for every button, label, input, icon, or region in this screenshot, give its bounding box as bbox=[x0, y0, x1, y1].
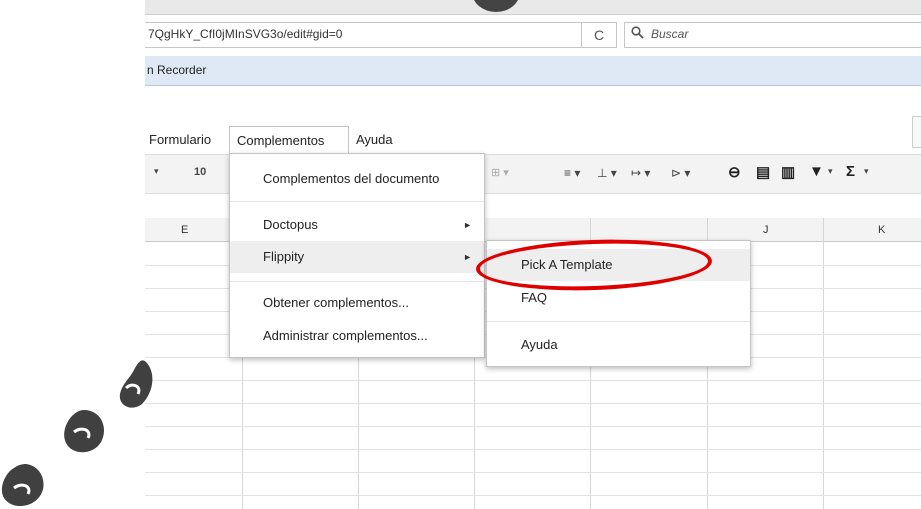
functions-icon[interactable]: Σ bbox=[846, 163, 855, 180]
filter-caret-icon[interactable]: ▾ bbox=[828, 166, 833, 177]
menu-item-complementos-documento[interactable]: Complementos del documento bbox=[230, 163, 484, 195]
menu-item-label: Administrar complementos... bbox=[263, 328, 428, 343]
valign-icon[interactable]: ⊥ ▾ bbox=[597, 166, 617, 180]
submenu-arrow-icon: ► bbox=[463, 220, 472, 230]
address-bar[interactable]: 7QgHkY_CfI0jMInSVG3o/edit#gid=0 C bbox=[145, 22, 617, 48]
menu-item-ayuda[interactable]: Ayuda bbox=[487, 329, 750, 361]
row-divider bbox=[145, 426, 921, 427]
menu-item-label: Doctopus bbox=[263, 217, 318, 232]
footprint-icon bbox=[1, 464, 44, 507]
url-text: 7QgHkY_CfI0jMInSVG3o/edit#gid=0 bbox=[148, 27, 343, 41]
menu-formulario[interactable]: Formulario bbox=[142, 126, 218, 154]
column-divider bbox=[823, 218, 824, 509]
footprint-icon bbox=[119, 360, 153, 408]
footprint-icon bbox=[64, 410, 104, 453]
row-divider bbox=[145, 449, 921, 450]
align-icon[interactable]: ≡ ▾ bbox=[564, 166, 580, 180]
wrap-icon[interactable]: ↦ ▾ bbox=[631, 166, 650, 180]
browser-search-input[interactable]: Buscar bbox=[624, 22, 921, 48]
menu-item-label: Obtener complementos... bbox=[263, 295, 409, 310]
rotate-icon[interactable]: ⊳ ▾ bbox=[671, 166, 690, 180]
menu-ayuda[interactable]: Ayuda bbox=[349, 126, 400, 154]
row-divider bbox=[145, 403, 921, 404]
merge-cells-icon[interactable]: ⊞ ▾ bbox=[491, 166, 509, 179]
menu-item-obtener-complementos[interactable]: Obtener complementos... bbox=[230, 287, 484, 319]
column-header-k[interactable]: K bbox=[878, 224, 885, 236]
link-icon[interactable]: ⊖ bbox=[728, 163, 741, 181]
bookmarks-bar: n Recorder bbox=[145, 56, 921, 86]
font-size-select[interactable]: 10 bbox=[194, 166, 206, 178]
menu-item-label: FAQ bbox=[521, 290, 548, 305]
browser-tab-strip bbox=[145, 0, 921, 15]
row-divider bbox=[145, 472, 921, 473]
comment-icon[interactable]: ▤ bbox=[756, 163, 770, 181]
bookmark-link[interactable]: n Recorder bbox=[147, 63, 206, 77]
row-divider bbox=[145, 495, 921, 496]
menu-separator bbox=[230, 281, 484, 282]
menu-item-label: Complementos del documento bbox=[263, 171, 440, 186]
menu-item-label: Ayuda bbox=[521, 337, 558, 352]
column-header-j[interactable]: J bbox=[763, 224, 769, 236]
row-divider bbox=[145, 380, 921, 381]
menu-separator bbox=[230, 201, 484, 202]
search-placeholder: Buscar bbox=[651, 27, 689, 41]
menu-item-flippity[interactable]: Flippity ► bbox=[230, 241, 484, 273]
filter-icon[interactable]: ▼ bbox=[809, 163, 824, 180]
submenu-arrow-icon: ► bbox=[463, 252, 472, 262]
menu-complementos[interactable]: Complementos bbox=[229, 126, 349, 154]
search-icon bbox=[631, 26, 644, 42]
complementos-dropdown: Complementos del documento Doctopus ► Fl… bbox=[229, 153, 485, 358]
menu-separator bbox=[487, 321, 750, 322]
functions-caret-icon[interactable]: ▾ bbox=[864, 166, 869, 177]
menu-item-doctopus[interactable]: Doctopus ► bbox=[230, 209, 484, 241]
reload-icon[interactable]: C bbox=[581, 23, 616, 47]
column-header-e[interactable]: E bbox=[181, 224, 188, 236]
share-button[interactable] bbox=[912, 116, 921, 148]
chart-icon[interactable]: ▥ bbox=[781, 163, 795, 181]
menu-item-label: Flippity bbox=[263, 249, 305, 264]
font-dropdown-caret[interactable]: ▾ bbox=[154, 166, 159, 177]
menu-item-administrar-complementos[interactable]: Administrar complementos... bbox=[230, 320, 484, 352]
